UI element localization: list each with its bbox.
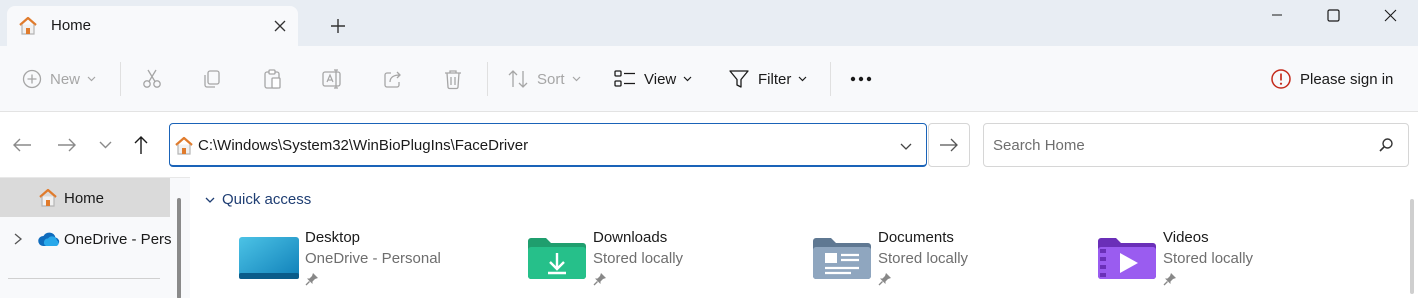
- more-icon: [850, 76, 872, 82]
- warning-icon: [1271, 69, 1291, 89]
- folder-downloads[interactable]: Downloads Stored locally: [526, 227, 786, 297]
- rename-button[interactable]: [321, 46, 345, 112]
- sign-in-label: Please sign in: [1300, 70, 1394, 88]
- forward-arrow-icon[interactable]: [55, 133, 79, 157]
- search-input[interactable]: Search Home: [983, 123, 1409, 167]
- divider: [8, 278, 160, 279]
- view-icon: [614, 70, 635, 87]
- home-icon: [19, 16, 37, 35]
- folder-subtitle: Stored locally: [593, 250, 684, 267]
- home-icon: [39, 188, 57, 207]
- chevron-down-icon: [205, 197, 215, 203]
- onedrive-icon: [38, 232, 60, 246]
- divider: [487, 62, 488, 96]
- more-button[interactable]: [850, 46, 872, 112]
- downloads-folder-icon: [528, 238, 586, 279]
- content-pane: Quick access Desktop OneDrive - Personal…: [191, 177, 1418, 298]
- chevron-right-icon[interactable]: [10, 230, 26, 248]
- pin-icon: [305, 273, 318, 286]
- navigation-pane: Home OneDrive - Personal: [0, 177, 190, 298]
- folder-name: Videos: [1163, 229, 1209, 246]
- up-arrow-icon[interactable]: [129, 133, 153, 157]
- pin-icon: [878, 273, 891, 286]
- folder-name: Documents: [878, 229, 954, 246]
- copy-button[interactable]: [201, 46, 223, 112]
- sort-button[interactable]: Sort: [507, 46, 581, 112]
- folder-desktop[interactable]: Desktop OneDrive - Personal: [238, 227, 498, 297]
- back-arrow-icon[interactable]: [10, 133, 34, 157]
- folder-subtitle: Stored locally: [1163, 250, 1254, 267]
- divider: [120, 62, 121, 96]
- cut-button[interactable]: [141, 46, 163, 112]
- share-icon: [384, 71, 401, 88]
- search-icon[interactable]: [1376, 135, 1396, 155]
- sidebar-item-label: OneDrive - Personal: [64, 231, 172, 248]
- scrollbar[interactable]: [1410, 199, 1414, 294]
- quick-access-label: Quick access: [222, 191, 312, 208]
- paste-icon: [264, 69, 281, 89]
- tab-home[interactable]: Home: [7, 6, 298, 46]
- new-icon: [22, 69, 42, 89]
- rename-icon: [322, 69, 341, 89]
- filter-label: Filter: [758, 70, 792, 88]
- divider: [830, 62, 831, 96]
- address-bar[interactable]: C:\Windows\System32\WinBioPlugIns\FaceDr…: [169, 123, 927, 167]
- folder-name: Desktop: [305, 229, 361, 246]
- sign-in-button[interactable]: Please sign in: [1270, 46, 1393, 112]
- close-icon[interactable]: [269, 15, 291, 37]
- quick-access-header[interactable]: Quick access: [203, 191, 311, 208]
- chevron-down-icon: [683, 76, 692, 82]
- sort-label: Sort: [537, 70, 565, 88]
- sidebar-item-onedrive[interactable]: OneDrive - Personal: [0, 220, 172, 258]
- share-button[interactable]: [382, 46, 404, 112]
- minimize-icon[interactable]: [1249, 0, 1305, 30]
- tab-title: Home: [51, 17, 92, 34]
- filter-icon: [729, 70, 749, 88]
- scrollbar[interactable]: [177, 198, 181, 298]
- address-path: C:\Windows\System32\WinBioPlugIns\FaceDr…: [198, 137, 529, 154]
- cut-icon: [143, 69, 161, 88]
- folder-documents[interactable]: Documents Stored locally: [811, 227, 1071, 297]
- title-bar: Home: [0, 0, 1418, 46]
- command-bar: New Sort View Filter Please sign in: [0, 46, 1418, 112]
- new-label: New: [50, 70, 81, 88]
- go-arrow-icon[interactable]: [928, 123, 970, 167]
- chevron-down-icon: [798, 76, 807, 82]
- new-button[interactable]: New: [22, 46, 96, 112]
- folder-videos[interactable]: Videos Stored locally: [1096, 227, 1356, 297]
- chevron-down-icon[interactable]: [896, 136, 916, 156]
- folder-name: Downloads: [593, 229, 668, 246]
- documents-folder-icon: [813, 238, 871, 279]
- view-button[interactable]: View: [614, 46, 692, 112]
- videos-folder-icon: [1098, 238, 1156, 279]
- paste-button[interactable]: [261, 46, 283, 112]
- delete-button[interactable]: [442, 46, 464, 112]
- pin-icon: [1163, 273, 1176, 286]
- folder-subtitle: Stored locally: [878, 250, 969, 267]
- chevron-down-icon: [572, 76, 580, 82]
- copy-icon: [204, 70, 220, 88]
- sidebar-item-label: Home: [64, 190, 105, 207]
- view-label: View: [644, 70, 677, 88]
- desktop-folder-icon: [239, 237, 299, 279]
- recent-chevron-icon[interactable]: [93, 133, 117, 157]
- sidebar-item-home[interactable]: Home: [0, 178, 170, 217]
- home-icon: [175, 136, 193, 155]
- filter-button[interactable]: Filter: [728, 46, 807, 112]
- chevron-down-icon: [87, 76, 96, 82]
- maximize-icon[interactable]: [1305, 0, 1361, 30]
- delete-icon: [445, 70, 461, 90]
- window-close-icon[interactable]: [1362, 0, 1418, 30]
- pin-icon: [593, 273, 606, 286]
- plus-icon[interactable]: [327, 15, 349, 37]
- address-row: C:\Windows\System32\WinBioPlugIns\FaceDr…: [0, 113, 1418, 177]
- search-placeholder: Search Home: [993, 137, 1085, 154]
- folder-subtitle: OneDrive - Personal: [305, 250, 441, 267]
- sort-icon: [508, 70, 528, 88]
